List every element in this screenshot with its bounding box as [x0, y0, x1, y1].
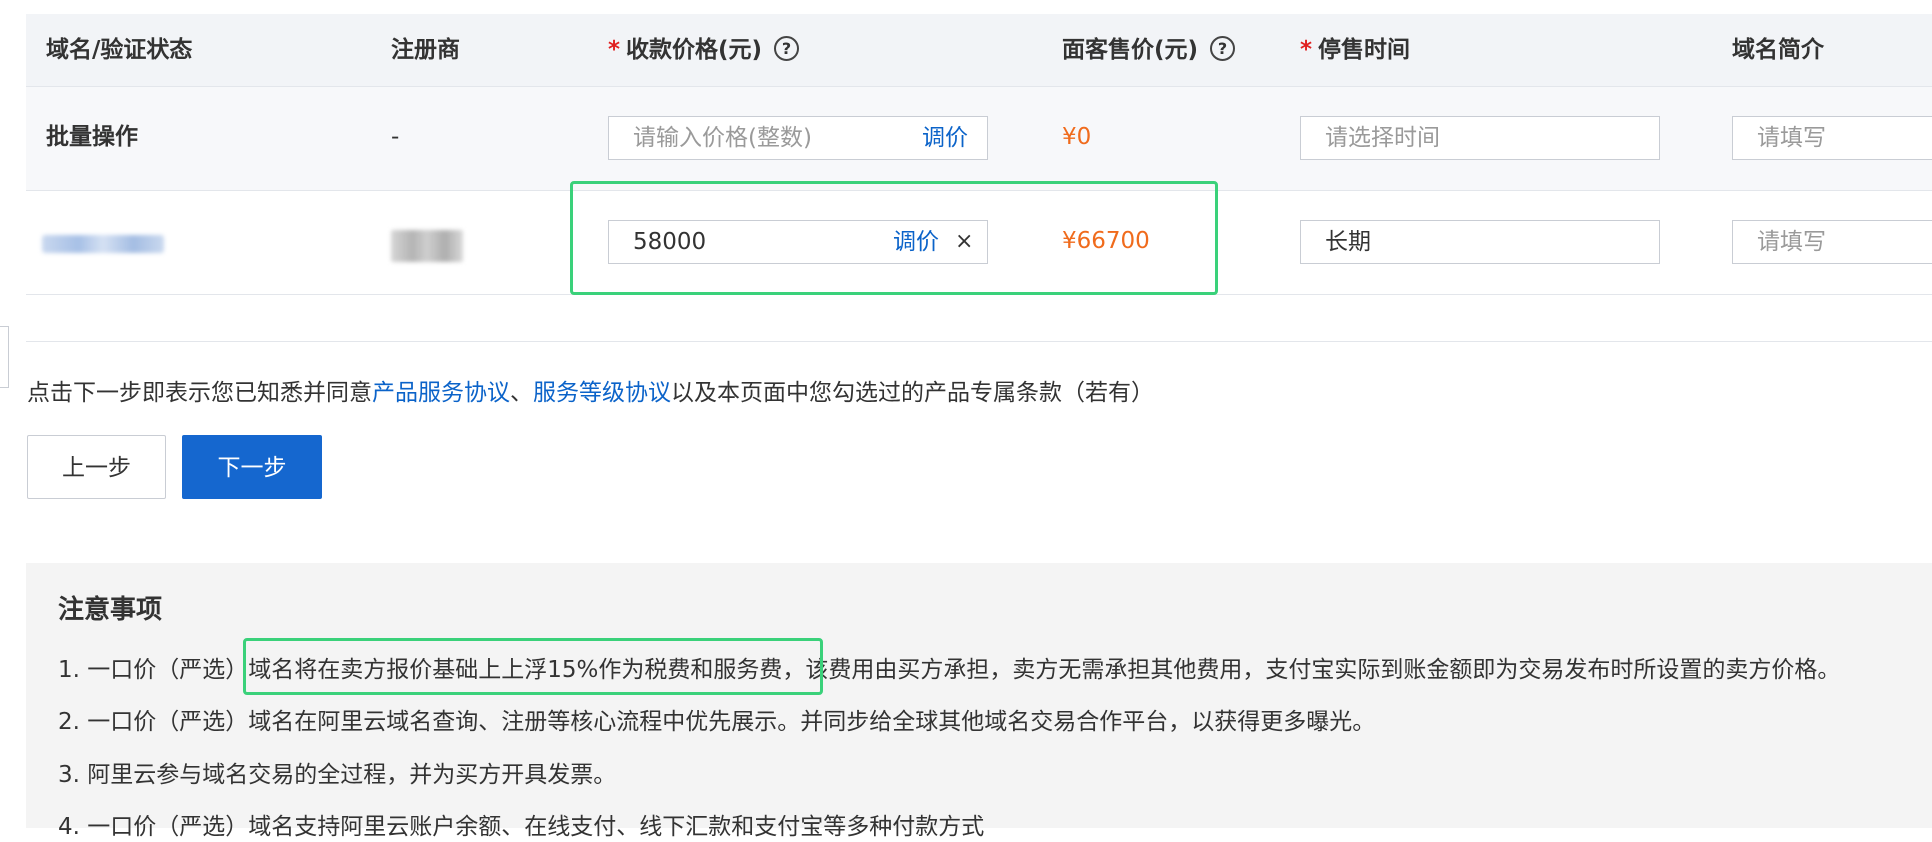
notice-item-1-pre: 1. 一口价（严选） — [58, 657, 249, 683]
batch-price-placeholder: 请输入价格(整数) — [633, 125, 812, 151]
batch-time-placeholder: 请选择时间 — [1325, 125, 1440, 151]
batch-stop-time-picker[interactable]: 请选择时间 — [1300, 116, 1660, 160]
header-intro: 域名简介 — [1732, 37, 1824, 63]
price-highlight-box — [570, 181, 1218, 295]
intro-placeholder: 请填写 — [1757, 229, 1826, 255]
batch-registrar: - — [391, 124, 400, 150]
table-header: 域名/验证状态 注册商 * 收款价格(元)? 面客售价(元)? * 停售时间 域名简… — [26, 14, 1932, 87]
header-face-price-label: 面客售价(元) — [1062, 37, 1199, 63]
header-registrar: 注册商 — [391, 37, 460, 63]
stop-time-value: 长期 — [1325, 229, 1371, 255]
agreement-separator: 、 — [510, 380, 533, 406]
batch-price-input[interactable]: 请输入价格(整数) 调价 — [608, 116, 988, 160]
header-stop-time-label: 停售时间 — [1318, 37, 1411, 63]
batch-label: 批量操作 — [46, 124, 138, 150]
notice-panel: 注意事项 1. 一口价（严选）域名将在卖方报价基础上上浮15%作为税费和服务费，… — [26, 563, 1932, 840]
fee-highlight-box — [243, 638, 823, 695]
header-stop-time: * 停售时间 — [1300, 14, 1410, 86]
batch-intro-placeholder: 请填写 — [1757, 125, 1826, 151]
domain-name-redacted[interactable] — [42, 235, 164, 253]
help-icon[interactable]: ? — [774, 36, 800, 61]
notice-title: 注意事项 — [58, 595, 163, 625]
batch-intro-input[interactable]: 请填写 — [1732, 116, 1932, 160]
agreement-text: 点击下一步即表示您已知悉并同意产品服务协议、服务等级协议以及本页面中您勾选过的产… — [27, 378, 1154, 408]
batch-row: 批量操作 - 请输入价格(整数) 调价 ¥0 请选择时间 请填写 — [26, 87, 1932, 191]
header-collect-price: * 收款价格(元)? — [608, 14, 800, 86]
header-domain: 域名/验证状态 — [46, 37, 193, 63]
header-collect-price-label: 收款价格(元) — [626, 37, 763, 63]
required-mark: * — [608, 37, 621, 63]
prev-step-button[interactable]: 上一步 — [27, 435, 166, 499]
next-step-button[interactable]: 下一步 — [182, 435, 322, 499]
stop-time-picker[interactable]: 长期 — [1300, 220, 1660, 264]
batch-adjust-price-link[interactable]: 调价 — [922, 117, 968, 159]
notice-item-1-post: 该费用由买方承担，卖方无需承担其他费用，支付宝实际到账金额即为交易发布时所设置的… — [805, 657, 1841, 683]
intro-input[interactable]: 请填写 — [1732, 220, 1932, 264]
header-face-price: 面客售价(元)? — [1062, 14, 1236, 86]
required-mark: * — [1300, 37, 1313, 63]
batch-face-price: ¥0 — [1062, 124, 1092, 150]
notice-item-2: 2. 一口价（严选）域名在阿里云域名查询、注册等核心流程中优先展示。并同步给全球… — [58, 709, 1376, 735]
notice-item-4: 4. 一口价（严选）域名支持阿里云账户余额、在线支付、线下汇款和支付宝等多种付款… — [58, 814, 985, 840]
help-icon[interactable]: ? — [1210, 36, 1236, 61]
section-divider — [26, 341, 1932, 342]
product-service-agreement-link[interactable]: 产品服务协议 — [372, 380, 510, 406]
registrar-redacted — [391, 230, 463, 262]
notice-item-3: 3. 阿里云参与域名交易的全过程，并为买方开具发票。 — [58, 762, 617, 788]
agreement-suffix: 以及本页面中您勾选过的产品专属条款（若有） — [671, 380, 1154, 406]
agreement-prefix: 点击下一步即表示您已知悉并同意 — [27, 380, 372, 406]
service-level-agreement-link[interactable]: 服务等级协议 — [533, 380, 671, 406]
side-panel-handle[interactable] — [0, 326, 9, 388]
